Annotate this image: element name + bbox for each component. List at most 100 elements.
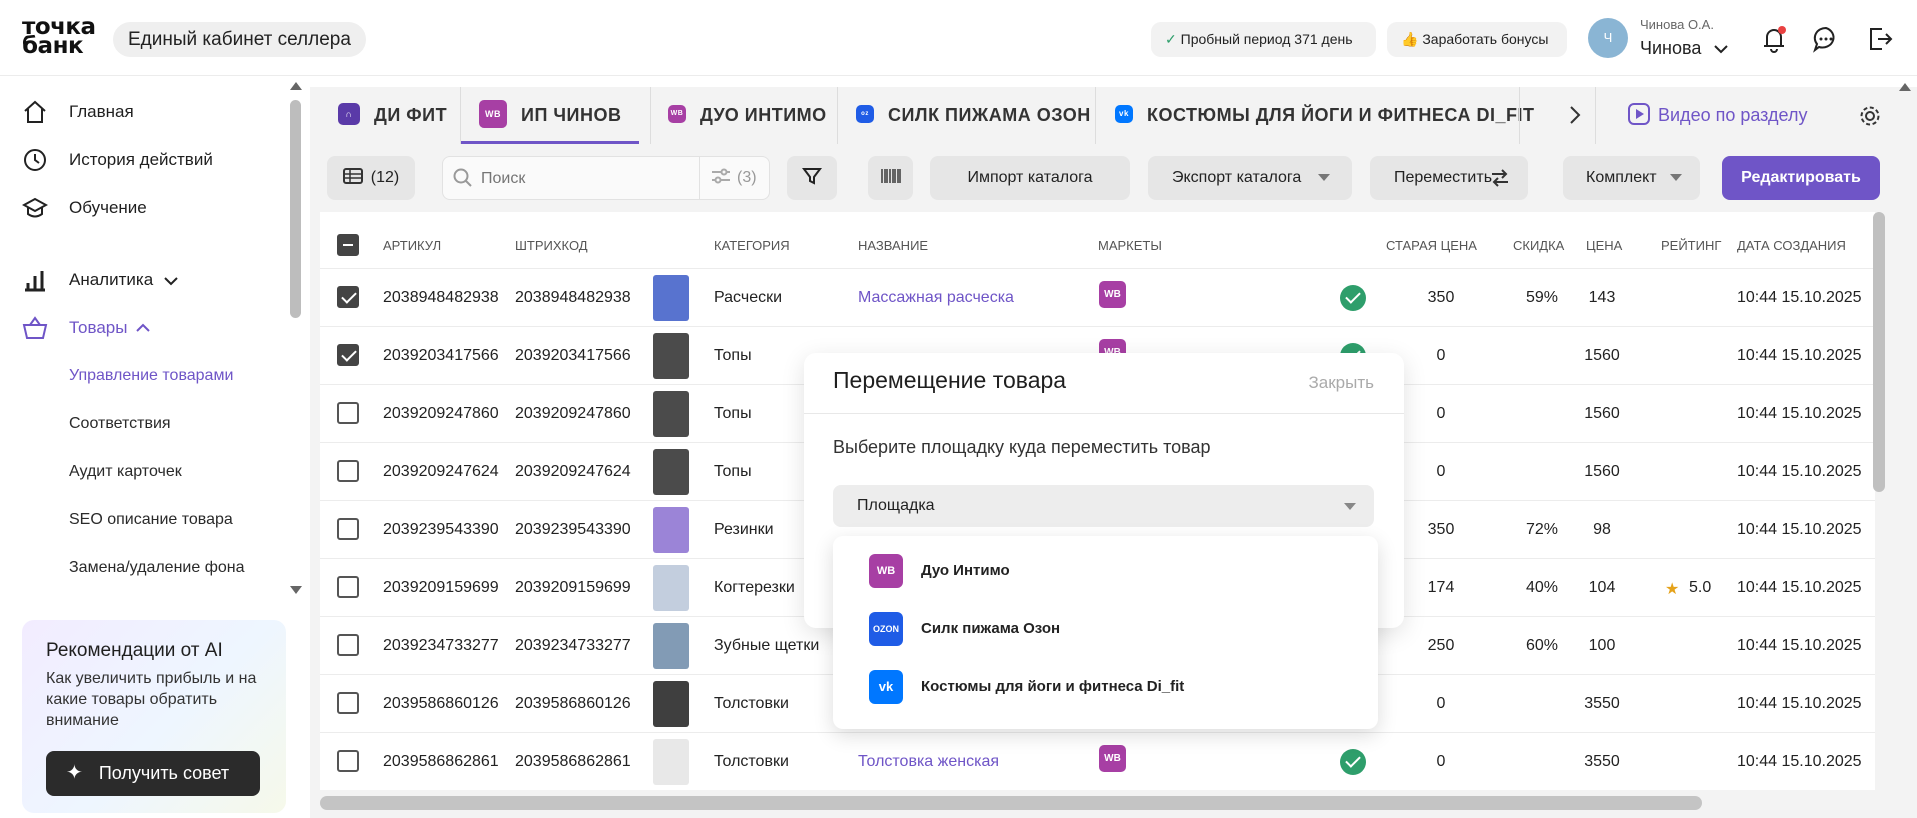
user-name: Чинова (1640, 38, 1702, 58)
product-thumbnail[interactable] (653, 449, 689, 495)
page-scroll-up-icon[interactable] (1899, 83, 1911, 91)
product-thumbnail[interactable] (653, 507, 689, 553)
user-menu[interactable]: Чинова (1640, 38, 1729, 59)
sidebar-subitem-card-audit[interactable]: Аудит карточек (69, 463, 182, 481)
chevron-right-icon[interactable] (1568, 105, 1582, 125)
row-checkbox[interactable] (337, 692, 359, 714)
sidebar-item-label: Товары (69, 318, 128, 337)
advanced-filter-button[interactable]: (3) (711, 157, 757, 199)
cell-price: 1560 (1584, 463, 1620, 480)
modal-close-button[interactable]: Закрыть (1309, 373, 1374, 393)
search-icon (453, 168, 472, 187)
cell-product-name[interactable]: Толстовка женская (858, 753, 999, 771)
cell-price: 1560 (1584, 405, 1620, 422)
sidebar-scrollbar[interactable] (290, 100, 301, 318)
tab-duo-intimo[interactable]: WB ДУО ИНТИМО (668, 87, 827, 144)
sparkle-icon: ✦ (66, 762, 83, 784)
sidebar-subitem-product-management[interactable]: Управление товарами (69, 367, 233, 385)
cell-rating: 5.0 (1689, 579, 1712, 596)
video-link[interactable]: Видео по разделу (1628, 87, 1807, 144)
barcode-button[interactable] (868, 156, 913, 200)
cell-product-name[interactable]: Массажная расческа (858, 289, 1014, 307)
chevron-up-icon (136, 323, 150, 332)
cell-category: Толстовки (714, 753, 789, 770)
kit-button[interactable]: Комплект (1563, 156, 1700, 200)
column-header-rating[interactable]: РЕЙТИНГ (1661, 238, 1721, 253)
trial-badge[interactable]: ✓ Пробный период 371 день (1151, 22, 1376, 57)
move-button[interactable]: Переместить (1370, 156, 1528, 200)
row-checkbox[interactable] (337, 518, 359, 540)
ozon-icon: oz (856, 105, 874, 124)
column-header-markets[interactable]: МАРКЕТЫ (1098, 238, 1162, 253)
product-thumbnail[interactable] (653, 739, 689, 785)
sidebar-subitem-background[interactable]: Замена/удаление фона (69, 559, 245, 577)
product-thumbnail[interactable] (653, 623, 689, 669)
export-catalog-button[interactable]: Экспорт каталога (1148, 156, 1352, 200)
import-catalog-button[interactable]: Импорт каталога (930, 156, 1130, 200)
tab-silk-pajama-ozon[interactable]: oz СИЛК ПИЖАМА ОЗОН (856, 87, 1091, 144)
product-thumbnail[interactable] (653, 391, 689, 437)
gear-icon[interactable] (1859, 105, 1881, 127)
tab-di-fit[interactable]: ∩ ДИ ФИТ (338, 87, 447, 144)
row-checkbox[interactable] (337, 344, 359, 366)
get-advice-button[interactable]: ✦ Получить совет (46, 751, 260, 796)
column-header-price[interactable]: ЦЕНА (1586, 238, 1622, 253)
table-horizontal-scrollbar[interactable] (320, 796, 1702, 810)
row-checkbox[interactable] (337, 634, 359, 656)
edit-button[interactable]: Редактировать (1722, 156, 1880, 200)
platform-select[interactable]: Площадка (833, 485, 1374, 527)
sidebar-subitem-matches[interactable]: Соответствия (69, 415, 171, 433)
cell-barcode: 2039586862861 (515, 753, 631, 770)
cell-old-price: 0 (1436, 753, 1446, 770)
row-checkbox[interactable] (337, 576, 359, 598)
logout-icon[interactable] (1864, 24, 1894, 54)
sidebar-item-label: История действий (69, 150, 213, 169)
avatar[interactable]: Ч (1588, 18, 1628, 58)
product-thumbnail[interactable] (653, 681, 689, 727)
row-checkbox[interactable] (337, 402, 359, 424)
scroll-down-arrow-icon[interactable] (290, 586, 302, 594)
tab-yoga-suits[interactable]: vk КОСТЮМЫ ДЛЯ ЙОГИ И ФИТНЕСА DI_FIT (1115, 87, 1534, 144)
modal-divider (804, 413, 1404, 414)
select-all-checkbox[interactable] (337, 234, 359, 256)
row-checkbox[interactable] (337, 460, 359, 482)
tab-ip-chinov[interactable]: WB ИП ЧИНОВ (461, 87, 640, 144)
cell-barcode: 2038948482938 (515, 289, 631, 306)
tab-label: КОСТЮМЫ ДЛЯ ЙОГИ И ФИТНЕСА DI_FIT (1147, 105, 1535, 125)
chat-icon[interactable] (1811, 24, 1841, 54)
row-checkbox[interactable] (337, 750, 359, 772)
sidebar-subitem-seo[interactable]: SEO описание товара (69, 511, 233, 529)
column-header-category[interactable]: КАТЕГОРИЯ (714, 238, 790, 253)
table-vertical-scrollbar[interactable] (1873, 212, 1885, 492)
column-header-name[interactable]: НАЗВАНИЕ (858, 238, 928, 253)
column-header-article[interactable]: АРТИКУЛ (383, 238, 441, 253)
table-view-button[interactable]: (12) (327, 156, 415, 200)
cell-barcode: 2039209247624 (515, 463, 631, 480)
bell-icon[interactable] (1759, 24, 1789, 54)
filter-button[interactable] (787, 156, 837, 200)
row-checkbox[interactable] (337, 286, 359, 308)
sidebar-item-label: Обучение (69, 198, 147, 217)
search-input[interactable] (481, 167, 681, 191)
cell-old-price: 174 (1427, 579, 1455, 596)
search-field[interactable]: (3) (442, 156, 770, 200)
logo[interactable]: точка банк (22, 16, 96, 58)
column-header-discount[interactable]: СКИДКА (1513, 238, 1564, 253)
cell-price: 3550 (1584, 753, 1620, 770)
caret-down-icon (1670, 174, 1682, 181)
tab-divider (1095, 87, 1096, 144)
product-thumbnail[interactable] (653, 275, 689, 321)
cell-created-date: 10:44 15.10.2025 (1737, 579, 1862, 596)
table-row[interactable]: 2038948482938 2038948482938 Расчески Массаж… (320, 268, 1875, 326)
status-ok-icon (1340, 285, 1366, 311)
product-thumbnail[interactable] (653, 565, 689, 611)
product-thumbnail[interactable] (653, 333, 689, 379)
table-row[interactable]: 2039586862861 2039586862861 Толстовки Толст… (320, 732, 1875, 790)
column-header-old-price[interactable]: СТАРАЯ ЦЕНА (1386, 238, 1477, 253)
column-header-barcode[interactable]: ШТРИХКОД (515, 238, 588, 253)
scroll-up-arrow-icon[interactable] (290, 82, 302, 90)
bonus-button[interactable]: 👍 Заработать бонусы (1387, 22, 1567, 57)
column-header-created[interactable]: ДАТА СОЗДАНИЯ (1737, 238, 1846, 253)
move-label: Переместить (1394, 169, 1493, 186)
cabinet-title[interactable]: Единый кабинет селлера (113, 22, 366, 57)
